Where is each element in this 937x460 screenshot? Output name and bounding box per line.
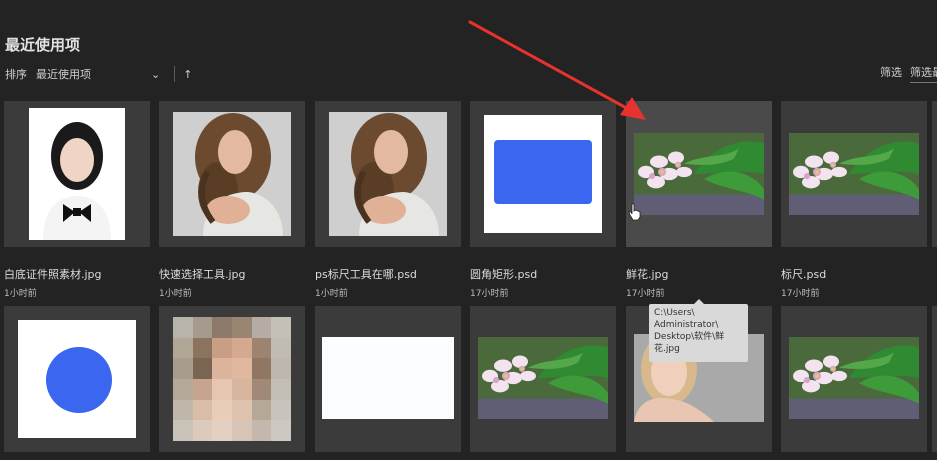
hand-cursor-icon (628, 203, 641, 221)
annotation-arrow-icon (468, 20, 646, 120)
